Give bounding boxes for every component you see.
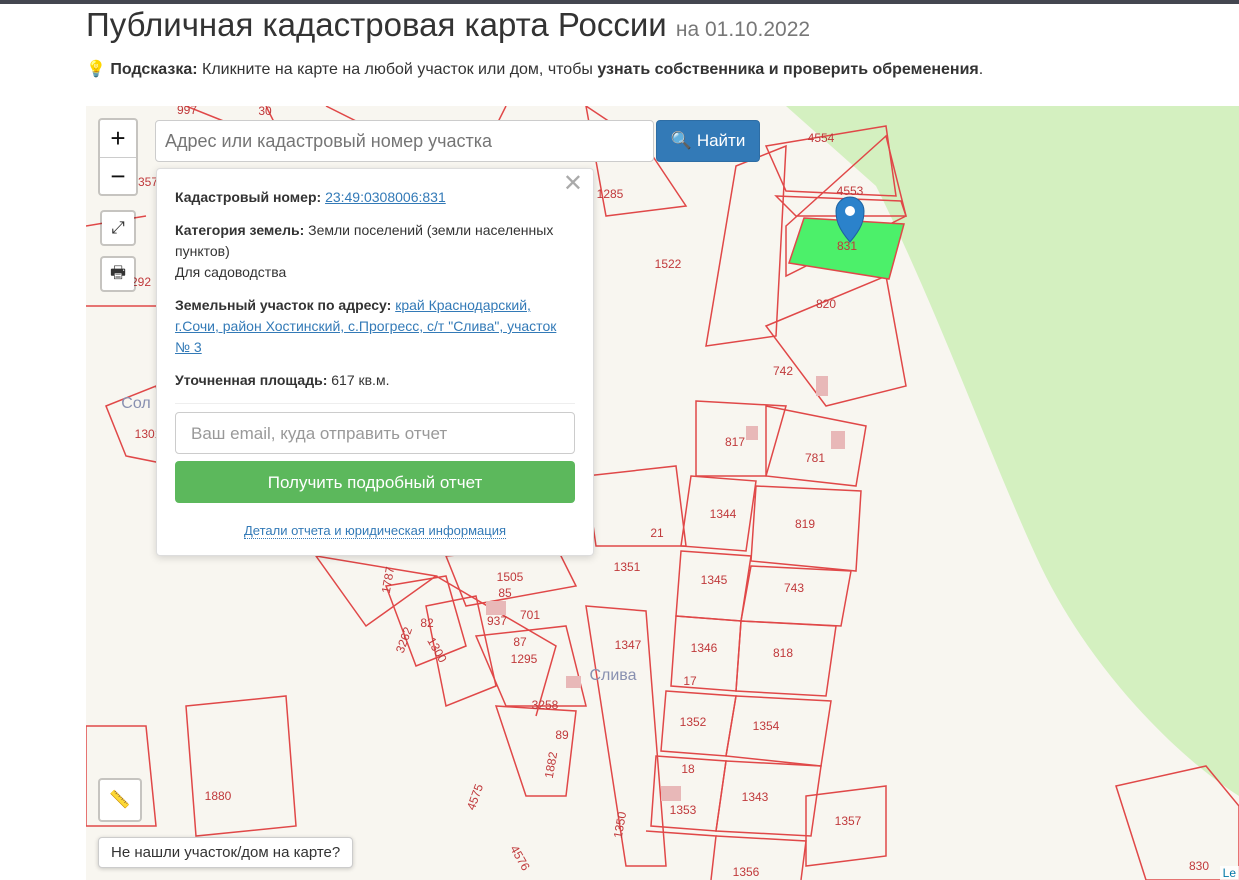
not-found-button[interactable]: Не нашли участок/дом на карте? bbox=[98, 837, 354, 868]
parcel-label[interactable]: 1352 bbox=[680, 715, 707, 729]
parcel-label[interactable]: 1295 bbox=[511, 652, 538, 666]
parcel-label[interactable]: 1351 bbox=[614, 560, 641, 574]
parcel-label[interactable]: 1353 bbox=[670, 803, 697, 817]
parcel-label[interactable]: 85 bbox=[498, 586, 511, 600]
parcel-label[interactable]: 830 bbox=[1189, 859, 1209, 873]
parcel-label[interactable]: 4553 bbox=[837, 184, 864, 198]
parcel-label[interactable]: 18 bbox=[681, 762, 694, 776]
category-label: Категория земель: bbox=[175, 222, 305, 238]
land-use: Для садоводства bbox=[175, 264, 287, 280]
parcel-label[interactable]: 781 bbox=[805, 451, 825, 465]
parcel-label[interactable]: 21 bbox=[650, 526, 663, 540]
parcel-label[interactable]: 997 bbox=[177, 106, 197, 117]
parcel-label[interactable]: 17 bbox=[683, 674, 696, 688]
zoom-control: + − bbox=[98, 118, 138, 196]
parcel-label[interactable]: 831 bbox=[837, 239, 857, 253]
area-value: 617 кв.м. bbox=[331, 372, 390, 388]
parcel-label[interactable]: 3258 bbox=[532, 698, 559, 712]
parcel-label[interactable]: 1354 bbox=[753, 719, 780, 733]
place-label: Слива bbox=[589, 667, 637, 684]
fullscreen-button[interactable]: ⤢ bbox=[100, 210, 136, 246]
close-icon[interactable]: ✕ bbox=[563, 172, 583, 196]
parcel-label[interactable]: 742 bbox=[773, 364, 793, 378]
lightbulb-icon: 💡 bbox=[86, 61, 106, 78]
hint: 💡 Подсказка: Кликните на карте на любой … bbox=[86, 59, 983, 79]
ruler-icon: 📏 bbox=[109, 790, 131, 809]
parcel-label[interactable]: 820 bbox=[816, 297, 836, 311]
parcel-label[interactable]: 743 bbox=[784, 581, 804, 595]
parcel-label[interactable]: 1346 bbox=[691, 641, 718, 655]
cad-label: Кадастровый номер: bbox=[175, 189, 322, 205]
parcel-label[interactable]: 357 bbox=[138, 175, 158, 189]
place-label: Сол bbox=[121, 395, 151, 412]
search-icon: 🔍 bbox=[670, 131, 692, 150]
zoom-out-button[interactable]: − bbox=[100, 157, 136, 194]
date-text: на 01.10.2022 bbox=[675, 18, 811, 41]
print-icon: 🖶 bbox=[109, 262, 127, 282]
parcel-label[interactable]: 1505 bbox=[497, 570, 524, 584]
parcel-popup: ✕ Кадастровый номер: 23:49:0308006:831 К… bbox=[156, 168, 594, 556]
parcel-label[interactable]: 1345 bbox=[701, 573, 728, 587]
parcel-label[interactable]: 1347 bbox=[615, 638, 642, 652]
print-button[interactable]: 🖶 bbox=[100, 256, 136, 292]
divider bbox=[175, 403, 575, 404]
parcel-label[interactable]: 1522 bbox=[655, 257, 682, 271]
top-bar bbox=[0, 0, 1239, 4]
parcel-label[interactable]: 82 bbox=[420, 616, 433, 630]
parcel-label[interactable]: 1356 bbox=[733, 865, 760, 879]
details-link[interactable]: Детали отчета и юридическая информация bbox=[243, 523, 507, 539]
address-label: Земельный участок по адресу: bbox=[175, 297, 392, 313]
hint-label: Подсказка: bbox=[110, 61, 198, 78]
email-input[interactable]: Ваш email, куда отправить отчет bbox=[175, 412, 575, 454]
parcel-label[interactable]: 87 bbox=[513, 635, 526, 649]
parcel-label[interactable]: 701 bbox=[520, 608, 540, 622]
parcel-label[interactable]: 819 bbox=[795, 517, 815, 531]
cadastral-map[interactable]: 4554 4553 831 820 1522 1285 742 817 781 1344 819 21… bbox=[86, 106, 1239, 880]
hint-bold: узнать собственника и проверить обремене… bbox=[597, 61, 979, 78]
title-text: Публичная кадастровая карта России bbox=[86, 6, 667, 43]
parcel-label[interactable]: 817 bbox=[725, 435, 745, 449]
cad-number-link[interactable]: 23:49:0308006:831 bbox=[325, 189, 446, 205]
find-label: Найти bbox=[696, 131, 746, 150]
parcel-label[interactable]: 1344 bbox=[710, 507, 737, 521]
attribution[interactable]: Le bbox=[1219, 866, 1239, 880]
parcel-label[interactable]: 4554 bbox=[808, 131, 835, 145]
parcel-label[interactable]: 30 bbox=[258, 106, 271, 118]
parcel-label[interactable]: 1285 bbox=[597, 187, 624, 201]
zoom-in-button[interactable]: + bbox=[100, 120, 136, 157]
page-title: Публичная кадастровая карта России на 01… bbox=[86, 6, 810, 44]
find-button[interactable]: 🔍 Найти bbox=[656, 120, 760, 162]
expand-icon: ⤢ bbox=[111, 218, 125, 237]
hint-text: Кликните на карте на любой участок или д… bbox=[197, 61, 598, 78]
parcel-label[interactable]: 1343 bbox=[742, 790, 769, 804]
measure-button[interactable]: 📏 bbox=[98, 778, 142, 822]
parcel-label[interactable]: 1880 bbox=[205, 789, 232, 803]
search-input[interactable] bbox=[155, 120, 654, 162]
parcel-label[interactable]: 1357 bbox=[835, 814, 862, 828]
parcel-label[interactable]: 937 bbox=[487, 614, 507, 628]
get-report-button[interactable]: Получить подробный отчет bbox=[175, 461, 575, 503]
area-label: Уточненная площадь: bbox=[175, 372, 328, 388]
parcel-label[interactable]: 818 bbox=[773, 646, 793, 660]
hint-end: . bbox=[978, 61, 984, 78]
parcel-label[interactable]: 89 bbox=[555, 728, 568, 742]
